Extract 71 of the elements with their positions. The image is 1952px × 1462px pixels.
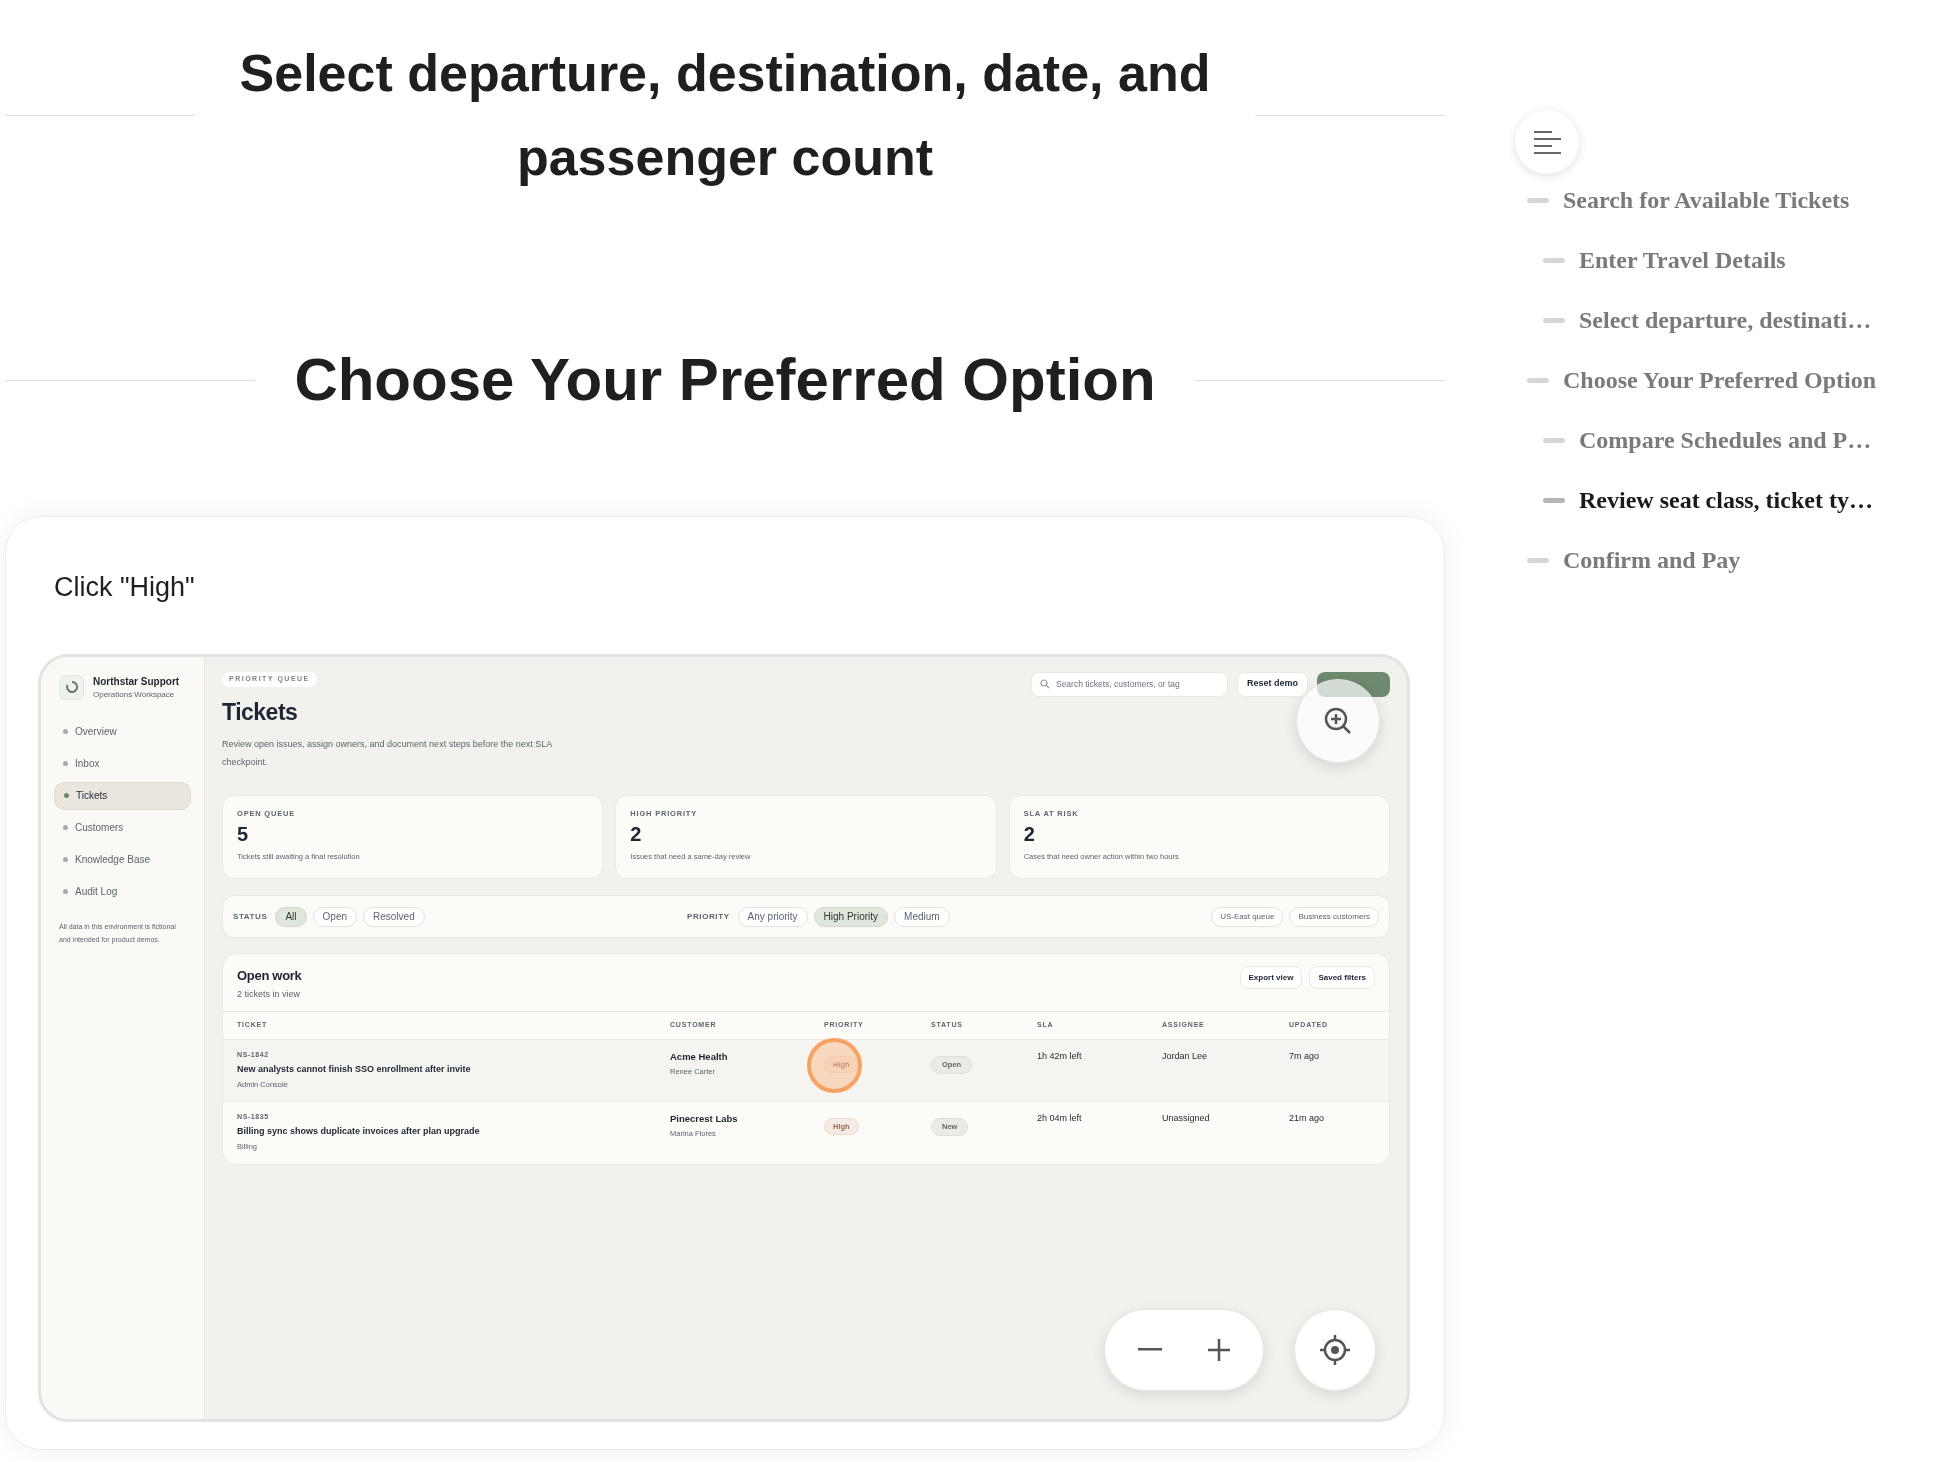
bullet-icon [63,825,68,830]
nav-item[interactable]: Inbox [54,749,191,778]
dash-icon [1527,557,1549,563]
assignee-text: Jordan Lee [1162,1050,1209,1063]
stat-value: 5 [237,822,250,848]
nav-item[interactable]: Customers [54,813,191,842]
filter-label: STATUS [233,910,268,923]
assignee-text: Unassigned [1162,1112,1211,1125]
search-icon [1039,679,1050,689]
ticket-title: Billing sync shows duplicate invoices after plan upgrade [237,1124,481,1138]
crosshair-icon [1319,1333,1351,1366]
dash-icon [1543,317,1565,323]
dash-icon [1543,437,1565,443]
search-field[interactable]: Search tickets, customers, or tag [1030,671,1228,697]
nav-item[interactable]: Knowledge Base [54,845,191,874]
tag-chip[interactable]: Business customers [1289,906,1379,927]
brand-name: Northstar Support [93,674,180,689]
table-subtitle: 2 tickets in view [237,987,302,1001]
logo-icon [59,674,84,700]
outline-link[interactable]: Enter Travel Details [1579,242,1786,278]
dash-icon [1527,377,1549,383]
plus-icon [1206,1337,1231,1362]
minus-icon [1137,1348,1162,1351]
action-button[interactable]: Saved filters [1309,966,1375,989]
filter-chip[interactable]: Medium [894,906,950,927]
filter-chip[interactable]: Resolved [363,906,425,927]
sla-text: 2h 04m left [1037,1112,1083,1125]
nav-item[interactable]: Tickets [54,781,191,810]
customer-name: Acme Health [670,1050,729,1064]
page-description: Review open issues, assign owners, and document next steps before the next SLA checkpoint. [222,738,553,769]
outline-link[interactable]: Select departure, destinati… [1579,302,1872,338]
outline-link[interactable]: Compare Schedules and P… [1579,422,1872,458]
page-title: Tickets [222,697,299,727]
bullet-icon [63,889,68,894]
nav-item[interactable]: Audit Log [54,877,191,906]
step-instruction: Click "High" [53,571,196,604]
section-heading: Select departure, destination, date, and passenger count [238,43,1212,188]
action-button[interactable]: Export view [1239,966,1303,989]
menu-icon [1533,130,1561,154]
menu-button[interactable] [1515,110,1579,174]
tag-chip[interactable]: US-East queue [1211,906,1284,927]
bullet-icon [63,761,68,766]
section-heading: Choose Your Preferred Option [293,345,1157,415]
updated-text: 21m ago [1289,1112,1326,1125]
bullet-icon [63,857,68,862]
bullet-icon [63,729,68,734]
brand-subtitle: Operations Workspace [93,688,176,701]
ticket-title: New analysts cannot finish SSO enrollment after invite [237,1062,472,1076]
outline-link[interactable]: Confirm and Pay [1563,542,1741,578]
filter-chip[interactable]: Any priority [737,906,808,927]
sla-text: 1h 42m left [1037,1050,1083,1063]
bullet-icon [64,793,69,798]
outline-link[interactable]: Review seat class, ticket ty… [1579,482,1873,518]
dash-icon [1543,497,1565,503]
stat-value: 2 [630,822,643,848]
dash-icon [1527,197,1549,203]
table-title: Open work [237,967,302,985]
dash-icon [1543,257,1565,263]
nav-item[interactable]: Overview [54,717,191,746]
stat-value: 2 [1023,822,1036,848]
filter-label: PRIORITY [687,910,730,923]
reset-button[interactable]: Reset demo [1236,671,1308,697]
zoom-in-icon [1323,705,1353,736]
filter-chip[interactable]: Open [312,906,357,927]
search-input[interactable]: Search tickets, customers, or tag [1055,677,1219,691]
outline-link[interactable]: Search for Available Tickets [1563,182,1850,218]
updated-text: 7m ago [1289,1050,1321,1063]
customer-name: Pinecrest Labs [670,1112,739,1126]
filter-chip[interactable]: High Priority [813,906,889,927]
outline-link[interactable]: Choose Your Preferred Option [1563,362,1877,398]
filter-chip[interactable]: All [275,906,307,927]
